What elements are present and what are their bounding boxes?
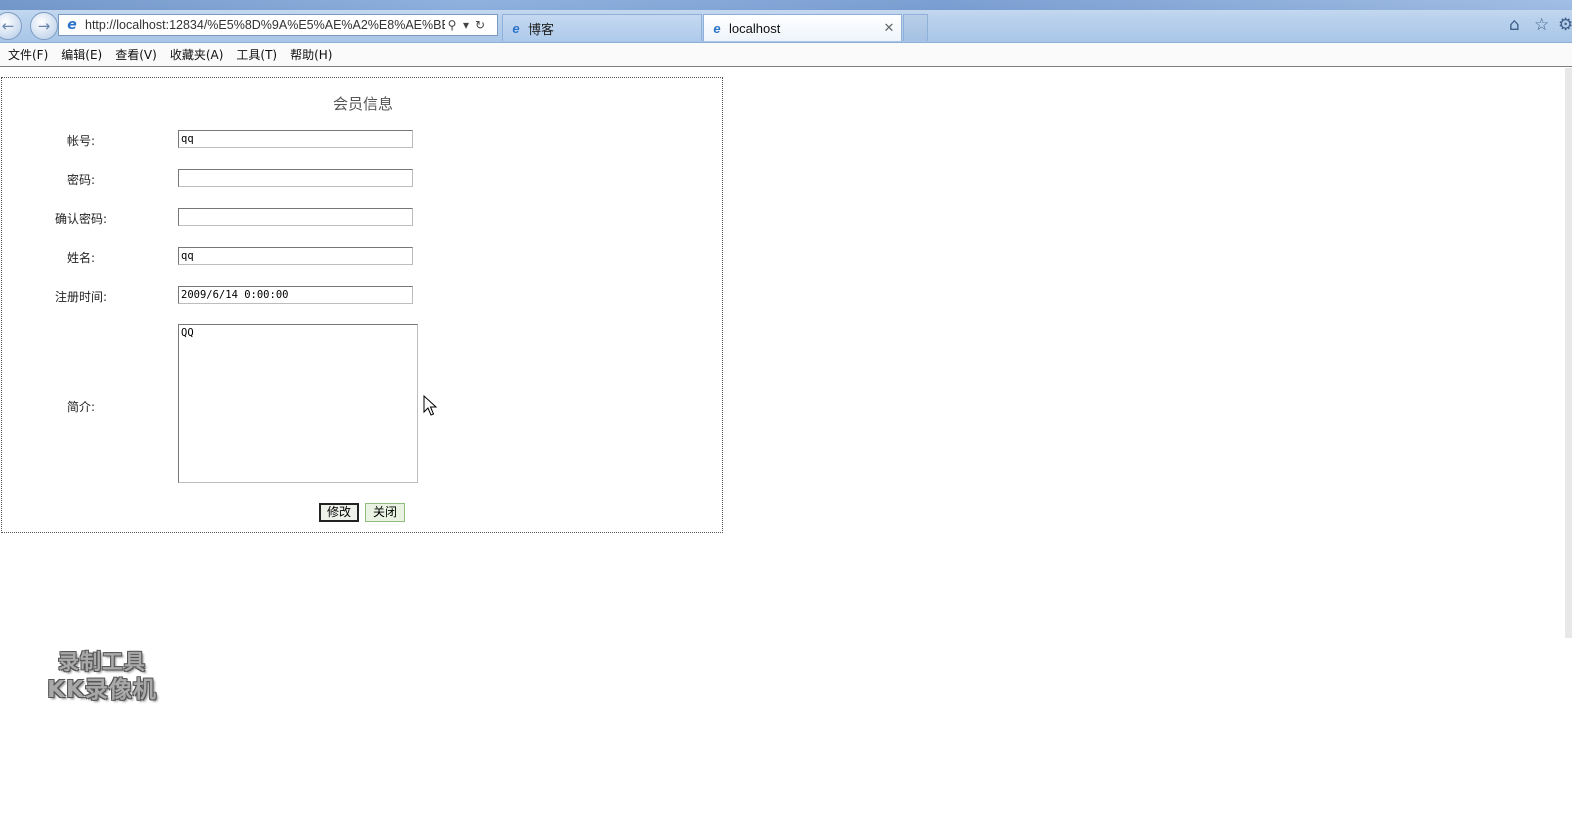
close-button[interactable]: 关闭: [365, 503, 405, 522]
intro-label: 简介:: [67, 400, 96, 414]
home-icon[interactable]: ⌂: [1509, 16, 1520, 34]
ie-page-icon: e: [512, 20, 520, 36]
name-label: 姓名:: [67, 251, 96, 265]
gear-icon[interactable]: ⚙: [1558, 16, 1572, 34]
account-input[interactable]: [178, 130, 413, 148]
address-bar[interactable]: e http://localhost:12834/%E5%8D%9A%E5%AE…: [58, 14, 498, 36]
watermark-line2: KK录像机: [47, 677, 157, 703]
close-icon[interactable]: ✕: [881, 20, 897, 36]
new-tab-button[interactable]: [903, 14, 928, 41]
confirm-password-label: 确认密码:: [55, 212, 108, 226]
menu-bar: 文件(F) 编辑(E) 查看(V) 收藏夹(A) 工具(T) 帮助(H): [0, 43, 1572, 67]
refresh-icon[interactable]: ↻: [473, 18, 487, 32]
ie-page-icon: e: [67, 17, 77, 33]
register-time-input[interactable]: [178, 286, 413, 304]
password-input[interactable]: [178, 169, 413, 187]
watermark-line1: 录制工具: [58, 650, 146, 674]
tab-localhost[interactable]: e localhost ✕: [703, 14, 902, 41]
back-button[interactable]: ←: [0, 12, 22, 40]
tab-label: localhost: [729, 20, 781, 36]
menu-help[interactable]: 帮助(H): [289, 46, 333, 63]
search-icon[interactable]: ⚲: [445, 18, 459, 32]
intro-textarea[interactable]: QQ: [178, 324, 418, 483]
ie-page-icon: e: [713, 20, 721, 36]
confirm-password-input[interactable]: [178, 208, 413, 226]
page-title: 会员信息: [332, 95, 393, 113]
modify-button[interactable]: 修改: [319, 503, 359, 522]
menu-favorites[interactable]: 收藏夹(A): [169, 46, 225, 63]
member-info-panel: 会员信息 帐号: 密码: 确认密码: 姓名: 注册时间: 简介: QQ 修改 关…: [1, 77, 723, 533]
scrollbar-edge: [1565, 68, 1572, 638]
tab-label: 博客: [528, 21, 555, 37]
recorder-watermark: 录制工具 KK录像机: [32, 648, 172, 704]
menu-file[interactable]: 文件(F): [7, 46, 49, 63]
menu-tools[interactable]: 工具(T): [235, 46, 278, 63]
star-icon[interactable]: ☆: [1534, 16, 1549, 34]
password-label: 密码:: [67, 173, 96, 187]
back-arrow-icon: ←: [1, 16, 15, 35]
name-input[interactable]: [178, 247, 413, 265]
forward-arrow-icon: →: [37, 16, 51, 35]
forward-button[interactable]: →: [30, 12, 58, 40]
mouse-pointer-icon: [423, 395, 437, 416]
register-time-label: 注册时间:: [55, 290, 108, 304]
browser-toolbar: ← → e http://localhost:12834/%E5%8D%9A%E…: [0, 0, 1572, 43]
menu-edit[interactable]: 编辑(E): [60, 46, 103, 63]
menu-view[interactable]: 查看(V): [114, 46, 158, 63]
dropdown-icon[interactable]: ▾: [459, 18, 473, 32]
account-label: 帐号:: [67, 134, 96, 148]
window-title-strip: [0, 0, 1572, 10]
tab-blog[interactable]: e 博客: [502, 14, 702, 41]
address-url[interactable]: http://localhost:12834/%E5%8D%9A%E5%AE%A…: [85, 18, 445, 32]
